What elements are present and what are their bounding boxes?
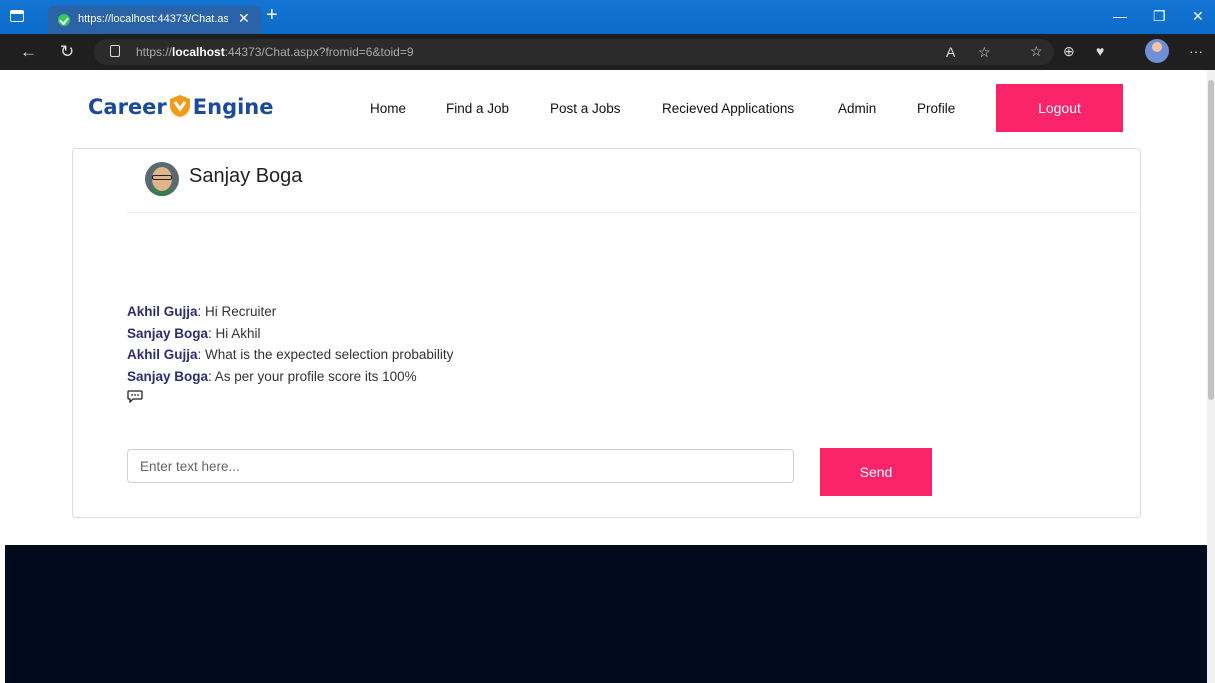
read-aloud-icon[interactable]: A <box>946 44 955 60</box>
site-favicon-icon <box>58 14 70 26</box>
message-list: Akhil Gujja: Hi Recruiter Sanjay Boga: H… <box>127 301 453 408</box>
divider <box>127 212 1140 213</box>
nav-profile[interactable]: Profile <box>917 101 955 116</box>
tab-actions-icon[interactable] <box>10 10 24 22</box>
close-window-icon[interactable]: ✕ <box>1192 8 1204 25</box>
message-text: : Hi Akhil <box>208 325 261 341</box>
nav-post-a-jobs[interactable]: Post a Jobs <box>550 101 621 116</box>
chat-card: Sanjay Boga Akhil Gujja: Hi Recruiter Sa… <box>72 148 1141 518</box>
restore-icon[interactable]: ❐ <box>1153 8 1166 25</box>
settings-more-icon[interactable]: ··· <box>1189 43 1203 59</box>
lock-icon <box>110 45 120 57</box>
shield-logo-icon <box>169 95 190 117</box>
message-text: : Hi Recruiter <box>197 304 277 319</box>
browser-toolbar: ← ↻ https://localhost:44373/Chat.aspx?fr… <box>0 34 1215 70</box>
message-text: : As per your profile score its 100% <box>208 368 417 384</box>
message-sender: Akhil Gujja <box>127 347 198 362</box>
nav-find-a-job[interactable]: Find a Job <box>446 101 509 116</box>
typing-indicator-icon <box>127 390 143 404</box>
address-bar[interactable]: https://localhost:44373/Chat.aspx?fromid… <box>94 39 1054 65</box>
tab-title: https://localhost:44373/Chat.aspx <box>78 13 228 25</box>
refresh-icon[interactable]: ↻ <box>60 42 74 62</box>
message-input[interactable] <box>127 449 794 483</box>
back-icon[interactable]: ← <box>20 42 37 62</box>
chat-message: Akhil Gujja: What is the expected select… <box>127 344 453 366</box>
page: Career Engine Home Find a Job Post a Job… <box>0 70 1207 683</box>
new-tab-icon[interactable]: + <box>266 5 278 25</box>
collections-icon[interactable]: ⊕ <box>1063 43 1075 60</box>
nav-home[interactable]: Home <box>370 101 406 116</box>
profile-avatar-icon[interactable] <box>1145 39 1169 63</box>
logout-button[interactable]: Logout <box>996 84 1123 132</box>
chat-message: Akhil Gujja: Hi Recruiter <box>127 301 453 323</box>
message-sender: Akhil Gujja <box>127 304 198 319</box>
favorites-list-icon[interactable]: ☆ <box>1030 43 1043 60</box>
send-button[interactable]: Send <box>820 448 932 496</box>
minimize-icon[interactable]: — <box>1113 8 1127 24</box>
contact-avatar <box>145 162 179 196</box>
chat-message: Sanjay Boga: As per your profile score i… <box>127 366 453 388</box>
browser-tab-bar: https://localhost:44373/Chat.aspx ✕ + — … <box>0 0 1215 34</box>
chat-contact-name: Sanjay Boga <box>189 165 303 187</box>
message-sender: Sanjay Boga <box>127 368 209 384</box>
career-engine-logo[interactable]: Career Engine <box>88 94 274 119</box>
nav-admin[interactable]: Admin <box>838 101 876 116</box>
page-scrollbar[interactable] <box>1207 70 1215 683</box>
chat-message: Sanjay Boga: Hi Akhil <box>127 323 453 345</box>
browser-tab[interactable]: https://localhost:44373/Chat.aspx ✕ <box>48 6 262 34</box>
scrollbar-thumb[interactable] <box>1208 80 1214 400</box>
nav-recieved-applications[interactable]: Recieved Applications <box>662 101 794 116</box>
browser-essentials-icon[interactable]: ♥ <box>1096 43 1104 59</box>
message-text: : What is the expected selection probabi… <box>197 347 454 362</box>
footer <box>5 545 1207 683</box>
favorite-icon[interactable]: ☆ <box>978 44 991 61</box>
close-tab-icon[interactable]: ✕ <box>238 10 250 27</box>
url-text: https://localhost:44373/Chat.aspx?fromid… <box>136 45 414 59</box>
message-sender: Sanjay Boga <box>127 325 209 341</box>
